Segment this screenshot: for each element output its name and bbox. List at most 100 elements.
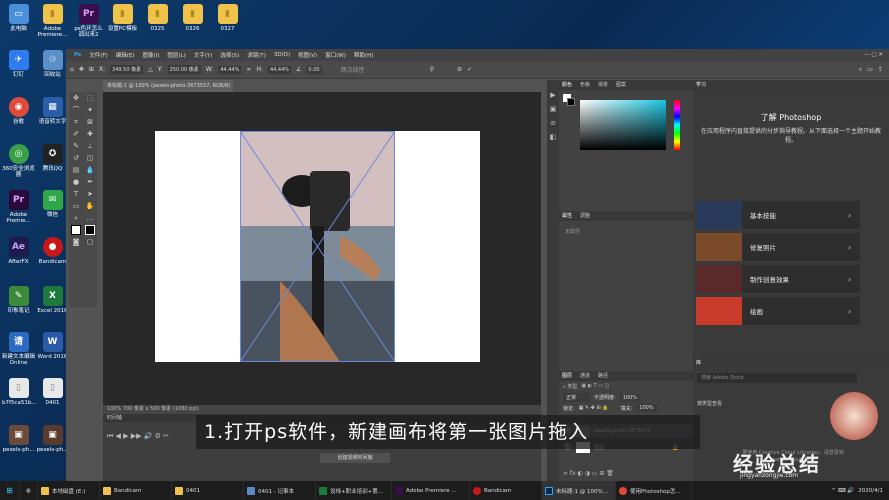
foreground-color[interactable] [71, 225, 81, 235]
screen-mode-icon[interactable]: ▢ [87, 238, 94, 246]
interpolation-select[interactable]: 两次线性 [341, 65, 365, 74]
tab-channels[interactable]: 通道 [580, 371, 590, 381]
lasso-tool-icon[interactable]: ⌒ [73, 105, 80, 115]
tab-paths[interactable]: 路径 [598, 371, 608, 381]
tab-patterns[interactable]: 图案 [616, 80, 626, 90]
taskbar-item[interactable]: 设线+职业培训+第... [316, 481, 392, 500]
menu-window[interactable]: 窗口(W) [321, 51, 350, 59]
dock-icons[interactable]: ▶ ▣ ≡ ◧ [547, 88, 559, 144]
desktop-icon-file-b7f5[interactable]: ▯ b7f5ca51b... [2, 378, 37, 406]
lock-icons[interactable]: ▦ ✎ ✥ ⊞ 🔒 [579, 405, 609, 411]
layers-footer-icons[interactable]: ∞ fx ◐ ◑ ▭ ⊞ 🗑 [563, 470, 614, 477]
marquee-tool-icon[interactable]: ⬚ [87, 94, 94, 102]
desktop-icon-aftereffects[interactable]: Ae AfterFX [2, 237, 35, 265]
tab-gradients[interactable]: 渐变 [598, 80, 608, 90]
quick-mask-icon[interactable]: ◙ [73, 238, 80, 246]
menu-3d[interactable]: 3D(D) [270, 52, 294, 58]
frame-tool-icon[interactable]: ⊠ [87, 118, 93, 126]
tab-adjustments[interactable]: 调整 [580, 211, 590, 221]
pen-tool-icon[interactable]: ✒ [87, 178, 93, 186]
desktop-icon-recycle-bin[interactable]: ♲ 回收站 [36, 50, 69, 78]
hue-slider[interactable] [674, 100, 680, 150]
start-button[interactable]: ⊞ [0, 481, 20, 500]
desktop-icon-speech-to-text[interactable]: ▦ 语音转文字 [36, 97, 69, 125]
delta-icon[interactable]: △ [148, 66, 153, 73]
path-select-icon[interactable]: ➤ [87, 190, 93, 198]
stamp-tool-icon[interactable]: ⊥ [87, 142, 93, 150]
dodge-tool-icon[interactable]: ● [73, 178, 79, 186]
shape-tool-icon[interactable]: ▭ [73, 202, 80, 210]
desktop-icon-folder-0326[interactable]: ▮ 0326 [176, 4, 209, 32]
desktop-icon-qq[interactable]: ✪ 腾讯QQ [36, 144, 69, 172]
menu-select[interactable]: 选择(S) [216, 51, 243, 59]
filter-icons[interactable]: ▣ ◐ T ▭ ◫ [581, 383, 609, 390]
canvas-area[interactable] [103, 92, 541, 405]
placed-photo[interactable] [240, 131, 395, 362]
color-field[interactable] [580, 100, 666, 150]
desktop-icon-wechat[interactable]: ✉ 微信 [36, 190, 69, 218]
opacity-field[interactable]: 100% [619, 393, 640, 402]
bg-swatch[interactable] [567, 98, 575, 106]
desktop-icon-word[interactable]: W Word 2016 [36, 332, 69, 360]
desktop-icon-premiere-folder[interactable]: ▮ Adobe Premiere... [36, 4, 69, 38]
blend-mode-select[interactable]: 正常 [563, 393, 591, 402]
menu-image[interactable]: 图像(I) [138, 51, 163, 59]
learn-card-creative-effects[interactable]: 制作创意效果 › [696, 265, 860, 293]
desktop-icon-chrome[interactable]: ◉ 谷歌 [2, 97, 35, 125]
taskbar-item[interactable]: 0401 - 记事本 [244, 481, 316, 500]
menu-view[interactable]: 视图(V) [294, 51, 321, 59]
tab-swatches[interactable]: 色板 [580, 80, 590, 90]
move-tool-icon[interactable]: ✥ [73, 94, 79, 102]
link-icon[interactable]: ∞ [246, 66, 251, 73]
more-tools-icon[interactable]: … [87, 214, 94, 222]
blur-tool-icon[interactable]: 💧 [86, 166, 95, 174]
desktop-icon-folder-pc[interactable]: ▮ 设置PC模板 [106, 4, 139, 32]
desktop-icon-pexels-2[interactable]: ▣ pexels-ph... [36, 425, 69, 453]
desktop-icon-folder-0327[interactable]: ▮ 0327 [211, 4, 244, 32]
filter-kind-icon[interactable]: ⌕ 类型 [563, 383, 577, 390]
learn-card-painting[interactable]: 绘画 › [696, 297, 860, 325]
menu-type[interactable]: 文字(Y) [190, 51, 217, 59]
zoom-tool-icon[interactable]: ⌕ [74, 214, 78, 223]
fill-field[interactable]: 100% [636, 404, 657, 412]
commit-transform-icon[interactable]: ✓ [467, 66, 472, 73]
taskbar-item[interactable]: 0401 [172, 481, 244, 500]
tray-icons[interactable]: ^ ⌨ 🔊 [831, 488, 854, 494]
angle-field[interactable]: 0.00 [306, 65, 322, 74]
desktop-icon-this-pc[interactable]: ▭ 此电脑 [2, 4, 35, 32]
crop-tool-icon[interactable]: ⌗ [74, 118, 78, 127]
tab-libraries[interactable]: 库 [696, 358, 701, 368]
home-icon[interactable]: ⌂ [70, 66, 74, 73]
menu-edit[interactable]: 编辑(E) [112, 51, 139, 59]
taskbar-item-active[interactable]: 未标题-1 @ 100%... [542, 481, 616, 500]
menu-help[interactable]: 帮助(H) [350, 51, 377, 59]
window-controls[interactable]: — ▢ ✕ [860, 52, 889, 58]
desktop-icon-text-editor[interactable]: 请 新建文本编辑Online [2, 332, 35, 366]
hand-tool-icon[interactable]: ✋ [86, 202, 95, 210]
desktop-icon-evernote[interactable]: ✎ 印象笔记 [2, 286, 35, 314]
learn-card-basic-skills[interactable]: 基本技能 › [696, 201, 860, 229]
desktop-icon-360-browser[interactable]: ◎ 360安全浏览器 [2, 144, 35, 178]
desktop-icon-bandicam[interactable]: ● Bandicam [36, 237, 69, 265]
taskbar-item[interactable]: Adobe Premiere ... [392, 481, 470, 500]
document-tab[interactable]: 未标题-1 @ 100% (pexels-photo-3673557, RGB/… [103, 80, 233, 101]
desktop-icon-excel[interactable]: X Excel 2016 [36, 286, 69, 314]
brush-tool-icon[interactable]: ✎ [73, 142, 79, 150]
magic-wand-icon[interactable]: ✦ [87, 106, 93, 114]
taskbar-item[interactable]: 使用Photoshop怎... [616, 481, 692, 500]
system-tray[interactable]: ^ ⌨ 🔊 2020/4/1 [831, 488, 889, 494]
y-field[interactable]: 250.00 像素 [167, 65, 201, 74]
workspace-icon[interactable]: ▭ [867, 66, 873, 73]
learn-card-fix-photo[interactable]: 修复照片 › [696, 233, 860, 261]
gradient-tool-icon[interactable]: ▤ [73, 166, 80, 174]
move-tool-icon[interactable]: ✥ [79, 66, 84, 73]
taskbar-item[interactable]: Bandicam [470, 481, 542, 500]
desktop-icon-pexels-1[interactable]: ▣ pexels-ph... [2, 425, 35, 453]
height-field[interactable]: 44.44% [267, 65, 292, 74]
task-view-icon[interactable]: ◍ [20, 481, 38, 500]
x-field[interactable]: 349.50 像素 [110, 65, 144, 74]
width-field[interactable]: 44.44% [218, 65, 242, 74]
desktop-icon-pr-project[interactable]: Pr ps色环怎么调出来2 [72, 4, 105, 38]
type-tool-icon[interactable]: T [74, 190, 78, 198]
search-icon[interactable]: ⌕ [859, 66, 862, 74]
